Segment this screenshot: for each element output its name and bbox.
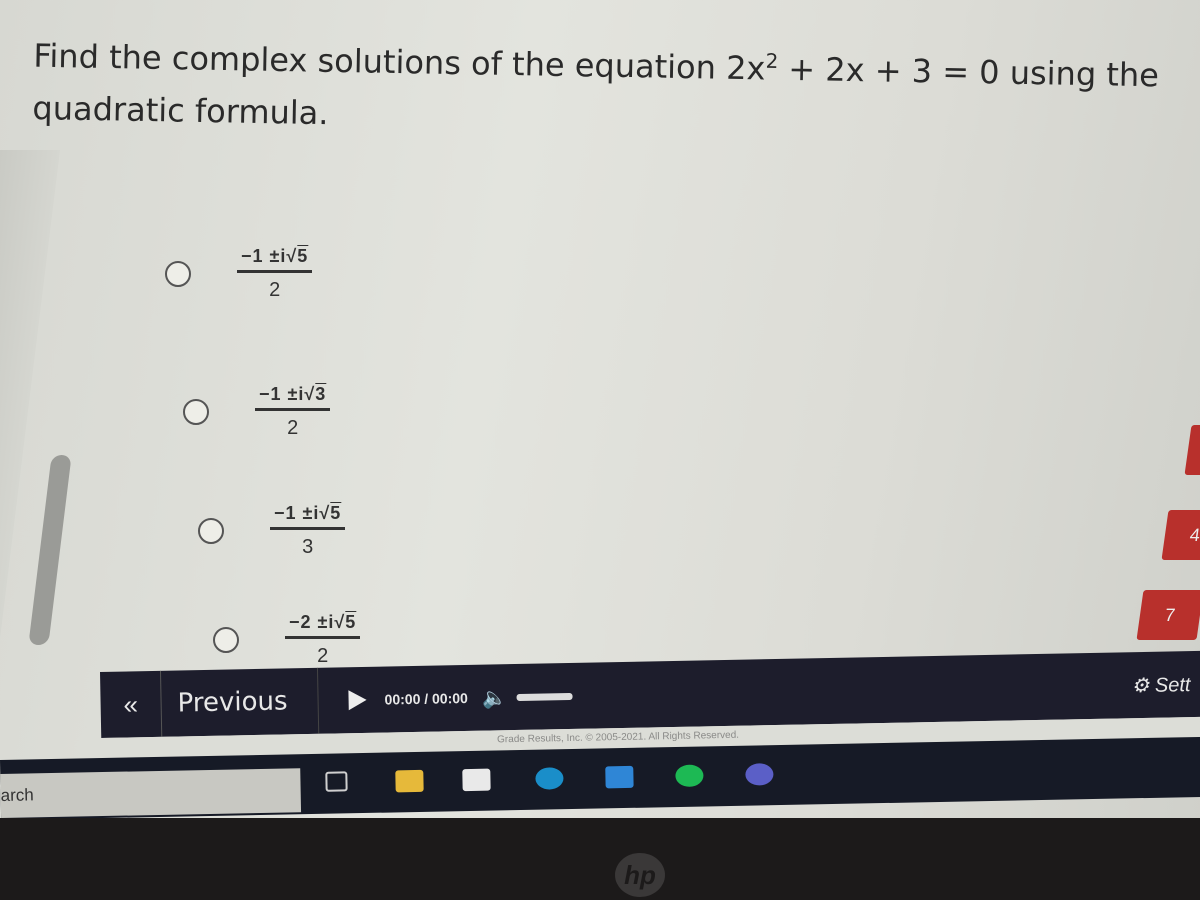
numerator-prefix: −2 ±i√ [289,612,346,632]
fraction: −1 ±i√5 2 [237,246,313,302]
answer-option-2[interactable]: −1 ±i√3 2 [183,384,331,440]
question-nav-tile[interactable] [1184,425,1200,475]
question-line1: Find the complex solutions of the equati… [33,36,766,88]
answer-option-1[interactable]: −1 ±i√5 2 [165,246,313,302]
denominator: 2 [269,279,281,301]
radicand: 5 [345,612,357,632]
radicand: 5 [297,246,309,266]
numerator: −1 ±i√5 [270,503,346,530]
denominator: 3 [302,536,314,558]
question-line2: quadratic formula. [32,88,329,132]
question-text: Find the complex solutions of the equati… [32,22,1200,155]
radicand: 5 [330,503,342,523]
radio-button[interactable] [213,627,239,653]
numerator: −1 ±i√5 [237,246,313,273]
taskbar-search-input[interactable]: arch [0,768,302,818]
screen: Find the complex solutions of the equati… [0,0,1200,900]
numerator-prefix: −1 ±i√ [241,246,298,266]
left-panel-edge [0,150,60,730]
numerator-prefix: −1 ±i√ [259,384,316,404]
time-separator: / [420,690,433,707]
edge-icon[interactable] [535,767,564,790]
question-exponent: 2 [765,48,779,73]
numerator-prefix: −1 ±i√ [274,503,331,523]
volume-slider[interactable] [516,692,573,701]
denominator: 2 [317,645,329,667]
fraction: −1 ±i√3 2 [255,384,331,440]
radio-button[interactable] [165,261,191,287]
double-chevron-left-icon: « [123,688,139,720]
mail-icon[interactable] [605,765,634,789]
fraction: −1 ±i√5 3 [270,503,346,559]
store-icon[interactable] [462,768,491,792]
time-current: 00:00 [384,690,421,708]
play-icon[interactable] [348,689,367,711]
radio-button[interactable] [183,399,209,425]
copyright-text: Grade Results, Inc. © 2005-2021. All Rig… [497,729,740,746]
task-view-icon[interactable] [325,771,348,792]
denominator: 2 [287,417,299,439]
hp-logo: hp [615,853,665,897]
answer-option-3[interactable]: −1 ±i√5 3 [198,503,346,559]
previous-button[interactable]: Previous [160,667,320,737]
volume-icon[interactable]: 🔈 [482,685,507,710]
numerator: −1 ±i√3 [255,384,331,411]
question-nav-tile-7[interactable]: 7 [1136,590,1200,640]
answer-option-4[interactable]: −2 ±i√5 2 [213,612,361,668]
radio-button[interactable] [198,518,224,544]
time-total: 00:00 [431,689,469,707]
spotify-icon[interactable] [675,764,704,788]
scrollbar-thumb[interactable] [28,455,72,645]
audio-player: 00:00 / 00:00 🔈 [348,683,573,712]
first-question-button[interactable]: « [100,670,163,738]
settings-button[interactable]: ⚙ Sett [1131,672,1191,698]
teams-icon[interactable] [745,763,774,786]
question-line1-end: + 2x + 3 = 0 using the [777,49,1160,95]
numerator: −2 ±i√5 [285,612,361,639]
file-explorer-icon[interactable] [395,769,424,793]
question-nav-tile-4[interactable]: 4 [1161,510,1200,560]
laptop-bezel [0,818,1200,900]
fraction: −2 ±i√5 2 [285,612,361,668]
radicand: 3 [315,384,327,404]
